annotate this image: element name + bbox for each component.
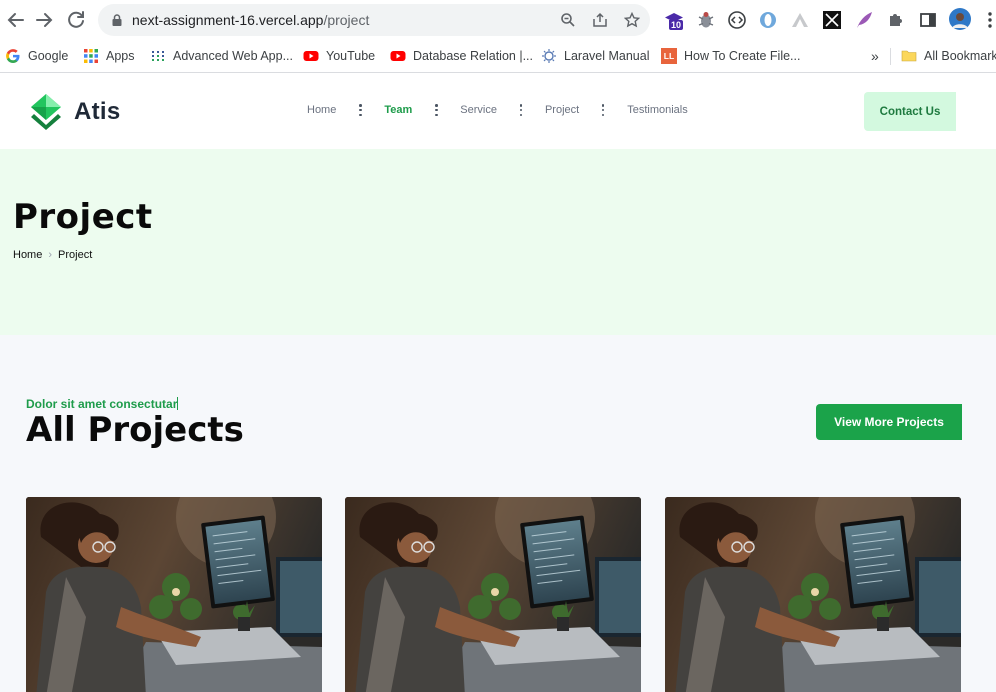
chevron-right-icon: › xyxy=(48,249,53,261)
woman-coding-at-desk-photo xyxy=(345,497,641,692)
nav-home[interactable]: Home xyxy=(307,104,336,116)
bookmark-how-to-create-file[interactable]: LL How To Create File... xyxy=(661,47,800,65)
triangle-extension-icon[interactable] xyxy=(790,10,810,30)
arrow-left-icon xyxy=(7,13,24,27)
project-card[interactable] xyxy=(345,497,641,692)
bookmark-database-relation[interactable]: Database Relation |... xyxy=(390,47,533,65)
contact-us-button[interactable]: Contact Us xyxy=(864,92,956,131)
address-bar[interactable]: next-assignment-16.vercel.app/project xyxy=(98,4,650,36)
reload-button[interactable] xyxy=(64,8,88,32)
text-cursor xyxy=(177,397,179,410)
back-button[interactable] xyxy=(4,8,28,32)
page-title: Project xyxy=(13,197,153,237)
youtube-icon xyxy=(390,51,406,61)
section-eyebrow: Dolor sit amet consectutar xyxy=(26,397,179,411)
url-text: next-assignment-16.vercel.app/project xyxy=(132,12,370,28)
code-extension-icon[interactable] xyxy=(727,10,747,30)
lock-icon xyxy=(112,14,122,26)
profile-avatar[interactable] xyxy=(949,8,971,30)
graduation-extension-icon[interactable]: 10 xyxy=(664,10,684,30)
browser-toolbar: next-assignment-16.vercel.app/project 10 xyxy=(0,0,996,40)
arrow-right-icon xyxy=(36,13,53,27)
breadcrumb-home[interactable]: Home xyxy=(13,249,42,261)
breadcrumb: Home › Project xyxy=(13,249,92,261)
atis-logo-icon xyxy=(31,94,61,130)
breadcrumb-current: Project xyxy=(58,249,93,261)
bookmarks-bar: Google Apps Advanced Web App... YouTube … xyxy=(0,40,996,73)
page-hero: Project Home › Project xyxy=(0,149,996,335)
brand-logo[interactable]: Atis xyxy=(30,93,121,131)
main-nav: Home Team Service Project Testimonials xyxy=(307,104,688,116)
dots-grid-icon xyxy=(152,51,164,61)
google-icon xyxy=(6,49,20,63)
woman-coding-at-desk-photo xyxy=(665,497,961,692)
woman-coding-at-desk-photo xyxy=(26,497,322,692)
menu-kebab-icon[interactable] xyxy=(984,10,996,30)
feather-extension-icon[interactable] xyxy=(854,10,874,30)
reload-icon xyxy=(68,11,84,28)
brand-name: Atis xyxy=(74,98,121,125)
section-title: All Projects xyxy=(26,410,244,450)
nav-team[interactable]: Team xyxy=(384,104,412,116)
bookmark-apps[interactable]: Apps xyxy=(83,47,135,65)
project-card[interactable] xyxy=(26,497,322,692)
bookmark-youtube[interactable]: YouTube xyxy=(303,47,375,65)
nav-testimonials[interactable]: Testimonials xyxy=(627,104,688,116)
bookmark-advanced-web-app[interactable]: Advanced Web App... xyxy=(150,47,293,65)
menu-separator-icon xyxy=(429,104,443,116)
share-icon[interactable] xyxy=(592,12,608,28)
bookmarks-overflow-chevron[interactable]: » xyxy=(871,47,879,65)
bookmark-star-icon[interactable] xyxy=(624,12,640,28)
zoom-icon[interactable] xyxy=(560,12,576,28)
side-panel-icon[interactable] xyxy=(918,10,938,30)
site-header: Atis Home Team Service Project Testimoni… xyxy=(0,73,996,149)
all-bookmarks-folder[interactable]: All Bookmarks xyxy=(901,47,996,65)
nav-service[interactable]: Service xyxy=(460,104,497,116)
folder-icon xyxy=(901,50,917,62)
project-card[interactable] xyxy=(665,497,961,692)
puzzle-extensions-icon[interactable] xyxy=(886,10,906,30)
menu-separator-icon xyxy=(514,104,528,116)
nav-project[interactable]: Project xyxy=(545,104,579,116)
opera-extension-icon[interactable] xyxy=(758,10,778,30)
view-more-projects-button[interactable]: View More Projects xyxy=(816,404,962,440)
youtube-icon xyxy=(303,51,319,61)
apps-grid-icon xyxy=(84,49,98,63)
menu-separator-icon xyxy=(353,104,367,116)
ll-icon: LL xyxy=(661,48,677,64)
bookmark-laravel-manual[interactable]: Laravel Manual xyxy=(541,47,649,65)
forward-button[interactable] xyxy=(32,8,56,32)
extension-badge: 10 xyxy=(669,20,684,30)
x-grid-extension-icon[interactable] xyxy=(822,10,842,30)
menu-separator-icon xyxy=(596,104,610,116)
bug-extension-icon[interactable] xyxy=(696,10,716,30)
bookmark-google[interactable]: Google xyxy=(5,47,68,65)
bookmarks-divider xyxy=(890,48,891,65)
bulb-icon xyxy=(542,49,556,63)
